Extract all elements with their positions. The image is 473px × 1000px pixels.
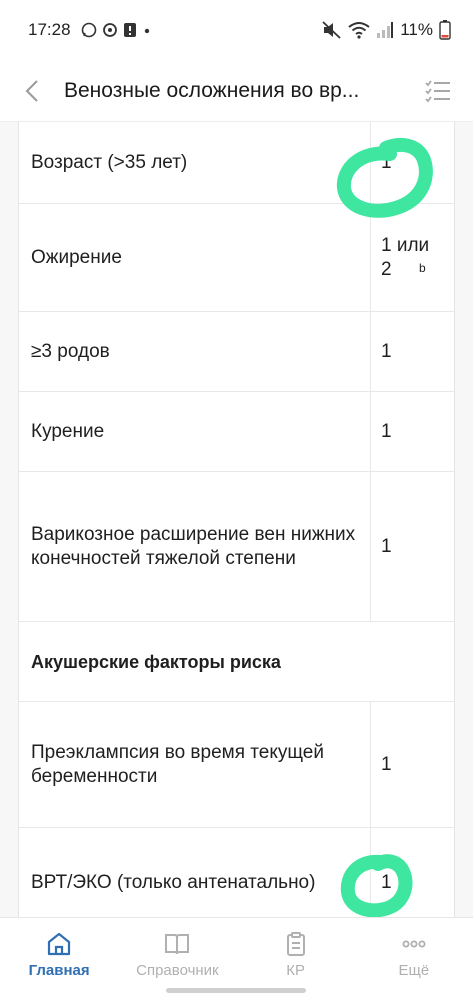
back-button[interactable]	[0, 60, 64, 122]
clipboard-icon	[286, 932, 305, 956]
mute-icon	[322, 21, 341, 39]
risk-factor-label: ≥3 родов	[19, 312, 371, 391]
risk-score-value: 1	[381, 753, 392, 775]
checklist-icon	[425, 80, 450, 103]
status-bar: 17:28 11%	[0, 0, 473, 60]
chat-icon	[102, 23, 117, 37]
risk-factor-label: Ожирение	[19, 204, 371, 311]
risk-score-value: 1	[381, 535, 392, 557]
table-row: ВРТ/ЭКО (только антенатально) 1	[19, 828, 454, 917]
more-notifications-dot-icon	[144, 28, 149, 34]
risk-score-value: 1	[381, 420, 392, 442]
table-row: Преэклампсия во время текущей беременнос…	[19, 702, 454, 828]
risk-factor-label: Варикозное расширение вен нижних конечно…	[19, 472, 371, 621]
home-indicator[interactable]	[166, 988, 306, 993]
table-row: Курение 1	[19, 392, 454, 472]
table-row: Возраст (>35 лет) 1	[19, 122, 454, 204]
whatsapp-icon	[81, 22, 96, 38]
section-title: Акушерские факторы риска	[31, 651, 281, 672]
wifi-icon	[348, 22, 370, 39]
risk-score-value: 1	[381, 340, 392, 362]
risk-score-value: 1	[381, 151, 392, 173]
status-time: 17:28	[28, 20, 71, 39]
book-icon	[165, 934, 190, 955]
risk-factor-label: ВРТ/ЭКО (только антенатально)	[19, 828, 371, 917]
home-icon	[48, 932, 71, 956]
risk-factor-label: Курение	[19, 392, 371, 471]
chevron-left-icon	[25, 79, 38, 102]
risk-factor-label: Преэклампсия во время текущей беременнос…	[19, 702, 371, 827]
table-of-contents-button[interactable]	[419, 72, 457, 110]
table-row: Ожирение 1 или 2b	[19, 204, 454, 312]
more-dots-icon	[402, 940, 426, 948]
content-area[interactable]: Возраст (>35 лет) 1 Ожирение 1 или 2b ≥3…	[0, 122, 473, 917]
risk-score-value-cell: 1 или 2b	[371, 204, 454, 311]
nav-label: Главная	[28, 962, 90, 979]
risk-score-value: 1	[381, 871, 392, 893]
battery-percent: 11%	[400, 20, 433, 39]
nav-label: Ещё	[398, 962, 430, 979]
nav-label: КР	[286, 962, 305, 979]
table-row: Варикозное расширение вен нижних конечно…	[19, 472, 454, 622]
table-row: ≥3 родов 1	[19, 312, 454, 392]
table-section-header: Акушерские факторы риска	[19, 622, 454, 702]
risk-factors-table: Возраст (>35 лет) 1 Ожирение 1 или 2b ≥3…	[18, 122, 455, 917]
page-title: Венозные осложнения во вр...	[64, 78, 360, 102]
nav-item-more[interactable]: Ещё	[355, 918, 473, 1000]
app-header: Венозные осложнения во вр...	[0, 60, 473, 122]
nav-item-home[interactable]: Главная	[0, 918, 118, 1000]
risk-score-value: 1 или 2	[381, 234, 430, 280]
risk-factor-label: Возраст (>35 лет)	[19, 122, 371, 203]
notification-alert-icon	[123, 23, 136, 37]
nav-label: Справочник	[136, 962, 219, 979]
battery-low-icon	[439, 20, 451, 40]
signal-icon	[377, 22, 394, 38]
